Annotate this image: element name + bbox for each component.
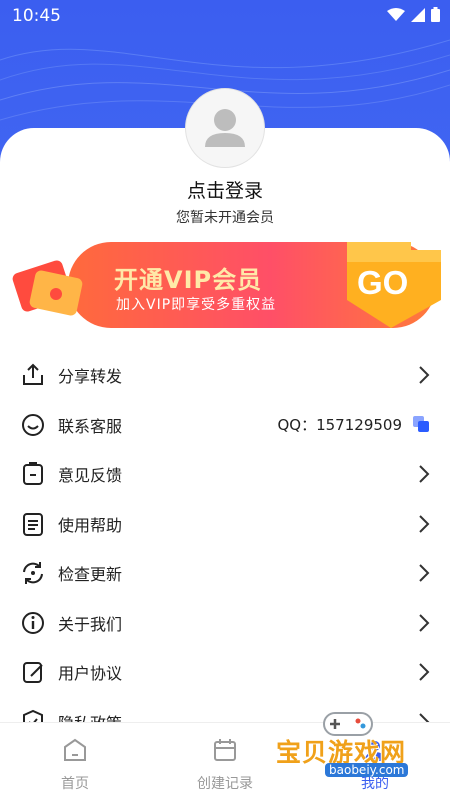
chat-icon xyxy=(22,413,44,436)
menu-item-agreement[interactable]: 用户协议 xyxy=(0,647,450,697)
menu-item-update[interactable]: 检查更新 xyxy=(0,548,450,598)
feedback-icon xyxy=(23,462,43,485)
chevron-right-icon xyxy=(419,613,430,632)
status-bar: 10:45 xyxy=(0,0,450,32)
chevron-right-icon xyxy=(419,564,430,582)
menu-item-label: 关于我们 xyxy=(58,614,123,634)
wifi-icon xyxy=(387,7,405,21)
gift-ticket-icon xyxy=(12,260,83,316)
menu-item-label: 联系客服 xyxy=(58,416,123,436)
menu-list: 分享转发 联系客服 QQ：157129509 意见反馈 使用帮助 检查更新 关于… xyxy=(0,350,450,746)
menu-item-label: 检查更新 xyxy=(58,565,123,584)
menu-item-label: 意见反馈 xyxy=(58,466,123,485)
calendar-icon xyxy=(214,739,236,761)
copy-icon[interactable] xyxy=(412,415,430,433)
user-placeholder-icon xyxy=(205,109,245,147)
chevron-right-icon xyxy=(419,465,430,483)
menu-item-share[interactable]: 分享转发 xyxy=(0,350,450,400)
menu-item-label: 使用帮助 xyxy=(58,515,123,535)
qq-number: QQ：157129509 xyxy=(277,415,402,434)
menu-item-feedback[interactable]: 意见反馈 xyxy=(0,449,450,499)
avatar[interactable] xyxy=(185,88,265,168)
signal-icon xyxy=(411,7,425,22)
info-icon xyxy=(22,611,44,634)
login-link[interactable]: 点击登录 xyxy=(0,176,450,203)
menu-item-label: 用户协议 xyxy=(58,664,123,683)
chevron-right-icon xyxy=(419,366,430,384)
watermark-domain: baobeiy.com xyxy=(325,763,409,777)
menu-item-about[interactable]: 关于我们 xyxy=(0,598,450,648)
tab-label: 首页 xyxy=(61,776,89,792)
vip-banner-title: 开通VIP会员 xyxy=(114,266,263,294)
status-time: 10:45 xyxy=(12,6,61,26)
chevron-right-icon xyxy=(419,514,430,533)
clipboard-icon xyxy=(23,512,43,536)
battery-icon xyxy=(431,7,440,22)
menu-item-help[interactable]: 使用帮助 xyxy=(0,499,450,549)
home-icon xyxy=(64,738,86,761)
member-status: 您暂未开通会员 xyxy=(176,210,274,226)
menu-item-label: 分享转发 xyxy=(58,367,123,386)
chevron-right-icon xyxy=(419,663,430,681)
go-button[interactable]: GO xyxy=(341,242,441,328)
go-label: GO xyxy=(357,264,409,301)
share-icon xyxy=(23,363,43,385)
watermark: 宝贝游戏网 baobeiy.com xyxy=(270,705,440,797)
vip-banner-subtitle: 加入VIP即享受多重权益 xyxy=(116,297,277,313)
vip-banner[interactable]: 开通VIP会员 加入VIP即享受多重权益 GO xyxy=(6,236,442,336)
refresh-icon xyxy=(23,562,43,584)
edit-doc-icon xyxy=(23,662,43,683)
menu-item-contact[interactable]: 联系客服 QQ：157129509 xyxy=(0,400,450,450)
tab-home[interactable]: 首页 xyxy=(0,723,150,801)
